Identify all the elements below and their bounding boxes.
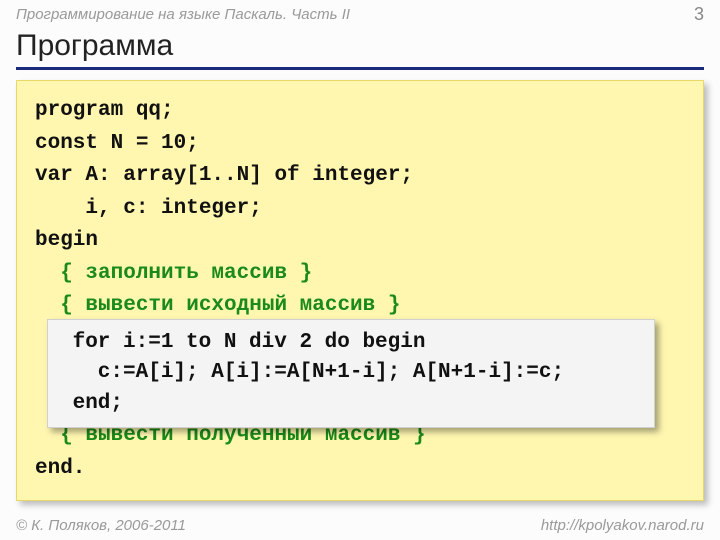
- code-line: program qq;: [35, 95, 685, 128]
- slide-title: Программа: [0, 27, 720, 67]
- code-line: for i:=1 to N div 2 do begin: [60, 328, 642, 358]
- copyright-text: © К. Поляков, 2006-2011: [16, 517, 186, 534]
- code-line: c:=A[i]; A[i]:=A[N+1-i]; A[N+1-i]:=c;: [60, 358, 642, 388]
- page-number: 3: [694, 4, 704, 25]
- code-line: begin: [35, 225, 685, 258]
- code-comment: { вывести исходный массив }: [35, 290, 685, 323]
- footer-url: http://kpolyakov.narod.ru: [541, 517, 704, 534]
- code-block-main: program qq; const N = 10; var A: array[1…: [16, 80, 704, 501]
- slide-footer: © К. Поляков, 2006-2011 http://kpolyakov…: [16, 517, 704, 534]
- code-line: const N = 10;: [35, 128, 685, 161]
- title-underline: [16, 67, 704, 70]
- code-line: i, c: integer;: [35, 193, 685, 226]
- code-line: var A: array[1..N] of integer;: [35, 160, 685, 193]
- code-line: end;: [60, 389, 642, 419]
- slide-header: Программирование на языке Паскаль. Часть…: [0, 0, 720, 27]
- code-inset-box: for i:=1 to N div 2 do begin c:=A[i]; A[…: [47, 319, 655, 428]
- course-title: Программирование на языке Паскаль. Часть…: [16, 6, 350, 23]
- code-comment: { заполнить массив }: [35, 258, 685, 291]
- code-line: end.: [35, 453, 685, 486]
